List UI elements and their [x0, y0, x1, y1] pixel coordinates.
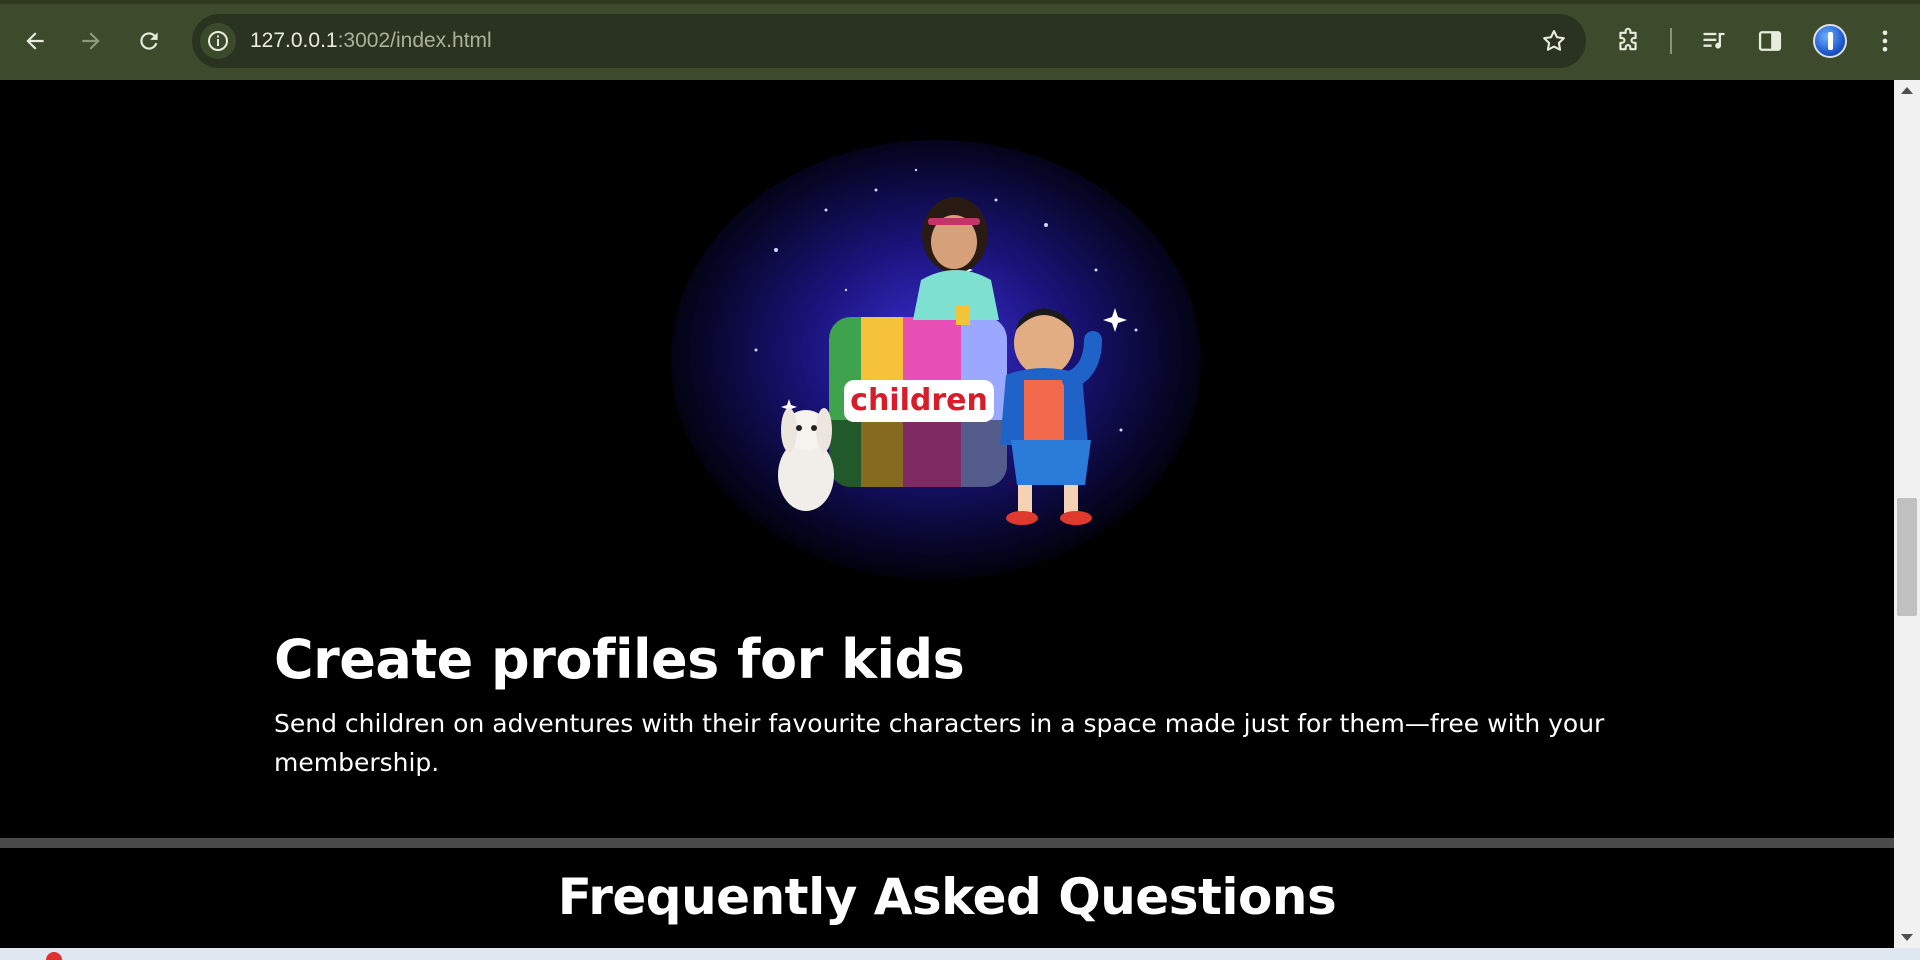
- toolbar-separator: [1670, 28, 1672, 54]
- taskbar-edge: [0, 948, 1920, 960]
- media-queue-icon: [1703, 32, 1725, 49]
- media-button[interactable]: [1697, 24, 1731, 58]
- forward-button[interactable]: [71, 21, 111, 61]
- browser-toolbar: 127.0.0.1:3002/index.html: [0, 0, 1920, 80]
- kids-section-title: Create profiles for kids: [274, 628, 965, 691]
- children-logo-text: children: [850, 383, 988, 418]
- kebab-menu-icon: [1882, 30, 1888, 52]
- arrow-left-icon: [26, 32, 44, 50]
- puzzle-icon: [1619, 27, 1637, 51]
- arrow-right-icon: [82, 32, 100, 50]
- url-host: 127.0.0.1: [250, 29, 338, 52]
- url-text[interactable]: 127.0.0.1:3002/index.html: [250, 29, 492, 53]
- page-viewport: children Create profiles for kids Send c…: [0, 80, 1894, 948]
- back-button[interactable]: [15, 21, 55, 61]
- taskbar-app-icon[interactable]: [46, 952, 62, 960]
- extensions-button[interactable]: [1611, 24, 1645, 58]
- browser-menu-button[interactable]: [1868, 24, 1902, 58]
- kids-profile-illustration: children: [671, 140, 1201, 580]
- url-path: :3002/index.html: [337, 29, 492, 52]
- scroll-thumb[interactable]: [1897, 498, 1917, 616]
- faq-title: Frequently Asked Questions: [557, 868, 1337, 926]
- avatar[interactable]: [1813, 24, 1847, 58]
- tab-strip-edge: [0, 0, 1920, 4]
- side-panel-icon: [1758, 31, 1782, 51]
- page-scrollbar[interactable]: [1894, 80, 1920, 948]
- star-icon[interactable]: [1540, 27, 1568, 55]
- bunny-character: [778, 408, 834, 511]
- scroll-up-arrow-icon[interactable]: [1901, 87, 1913, 94]
- reload-icon: [140, 32, 158, 50]
- address-bar[interactable]: 127.0.0.1:3002/index.html: [192, 14, 1586, 68]
- site-info-button[interactable]: [200, 23, 236, 59]
- section-divider: [0, 838, 1894, 848]
- side-panel-button[interactable]: [1753, 24, 1787, 58]
- kids-section-description: Send children on adventures with their f…: [274, 709, 1605, 777]
- info-icon: [208, 31, 228, 51]
- reload-button[interactable]: [129, 21, 169, 61]
- scroll-down-arrow-icon[interactable]: [1901, 934, 1913, 941]
- children-logo: children: [829, 317, 1007, 487]
